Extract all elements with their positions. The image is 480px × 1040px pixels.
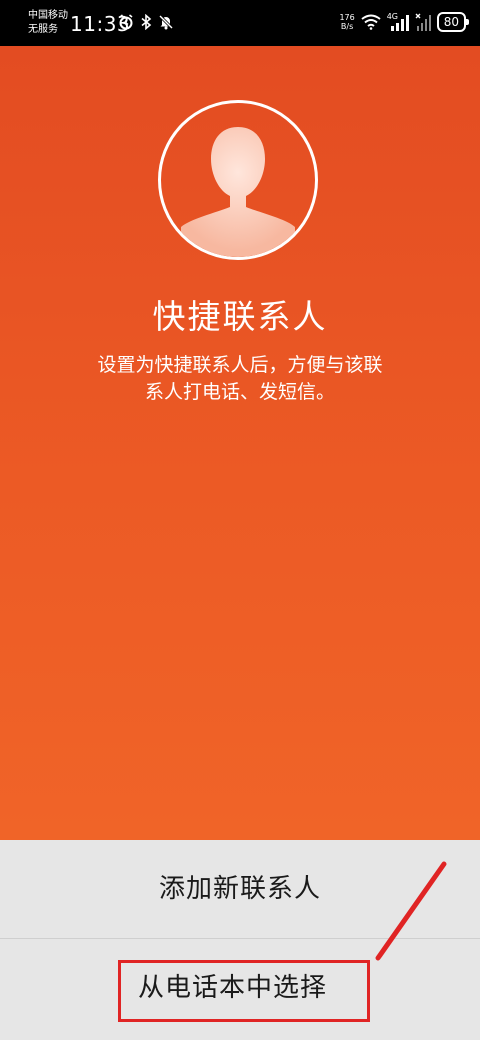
signal-icon [390, 15, 409, 31]
no-signal-icon [415, 13, 431, 31]
carrier-name: 中国移动 [28, 10, 68, 21]
status-bar: 中国移动 无服务 11:33 176 B/s 4G 80 [0, 0, 480, 46]
wifi-icon [361, 14, 381, 30]
signal-group: 4G [387, 13, 409, 31]
status-icons-right: 176 B/s 4G 80 [339, 12, 470, 32]
avatar [158, 100, 318, 260]
battery-indicator: 80 [436, 12, 470, 32]
bluetooth-icon [141, 14, 152, 30]
net-speed: 176 B/s [339, 13, 354, 31]
annotation-highlight-box [118, 960, 370, 1022]
status-icons-left [118, 14, 174, 30]
add-new-contact-button[interactable]: 添加新联系人 [0, 840, 480, 939]
person-silhouette-icon [181, 127, 295, 257]
alarm-icon [119, 14, 133, 30]
net-speed-unit: B/s [340, 22, 354, 31]
hero-panel: 快捷联系人 设置为快捷联系人后，方便与该联系人打电话、发短信。 [0, 46, 480, 840]
page-description: 设置为快捷联系人后，方便与该联系人打电话、发短信。 [97, 354, 383, 403]
mute-icon [158, 14, 174, 30]
carrier-info: 中国移动 无服务 [28, 9, 68, 37]
carrier-status: 无服务 [28, 24, 58, 35]
page-title: 快捷联系人 [152, 297, 328, 336]
net-speed-value: 176 [339, 13, 355, 22]
